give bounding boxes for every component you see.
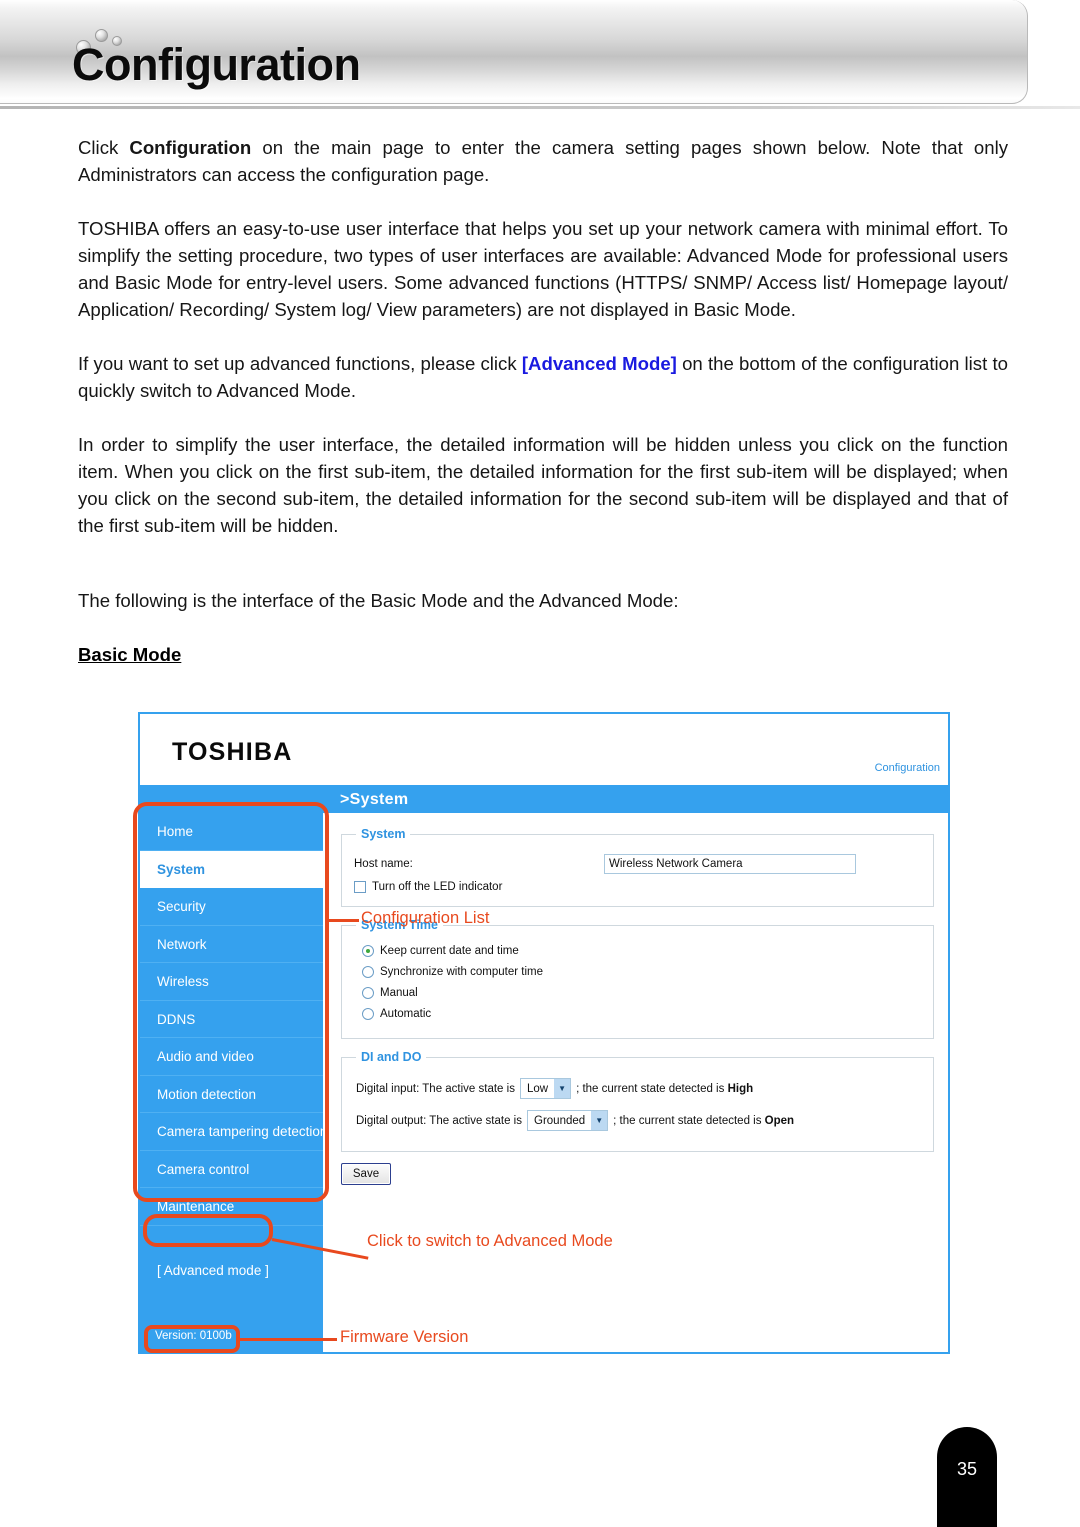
radio-icon-automatic[interactable] xyxy=(362,1008,374,1020)
radio-icon-keep-current[interactable] xyxy=(362,945,374,957)
page-title: Configuration xyxy=(72,39,361,90)
radio-label-manual: Manual xyxy=(380,987,418,999)
system-fieldset-legend: System xyxy=(361,827,406,841)
paragraph-interfaces: TOSHIBA offers an easy-to-use user inter… xyxy=(78,215,1008,323)
chevron-down-icon[interactable]: ▼ xyxy=(591,1111,608,1130)
annotation-text-advanced-mode: Click to switch to Advanced Mode xyxy=(367,1232,613,1250)
sidebar-item-motion-detection[interactable]: Motion detection xyxy=(140,1076,323,1113)
para1-seg0: Click xyxy=(78,137,130,158)
page-header-banner: Configuration xyxy=(0,0,1028,104)
digital-input-select[interactable]: Low ▼ xyxy=(519,1078,572,1099)
document-body: Click Configuration on the main page to … xyxy=(78,134,1008,666)
sidebar-item-home[interactable]: Home xyxy=(140,813,323,851)
digital-output-select[interactable]: Grounded ▼ xyxy=(527,1110,609,1131)
paragraph-following: The following is the interface of the Ba… xyxy=(78,587,1008,614)
page-number-tab: 35 xyxy=(937,1427,997,1527)
para2-seg0: TOSHIBA offers an easy-to-use user inter… xyxy=(78,218,1008,320)
save-button[interactable]: Save xyxy=(341,1163,391,1185)
sidebar-item-network[interactable]: Network xyxy=(140,926,323,963)
ui-top-bar: TOSHIBA Configuration xyxy=(140,714,948,786)
para4-seg0: In order to simplify the user interface,… xyxy=(78,434,1008,536)
digital-output-suffix: ; the current state detected is xyxy=(613,1114,762,1127)
sidebar-item-maintenance[interactable]: Maintenance xyxy=(140,1188,323,1226)
settings-main-panel: System Host name: Turn off the LED indic… xyxy=(323,813,948,1352)
digital-input-select-value: Low xyxy=(526,1082,549,1095)
breadcrumb: >System xyxy=(340,791,409,808)
annotation-text-configuration-list: Configuration List xyxy=(361,909,490,927)
digital-input-row: Digital input: The active state is Low ▼… xyxy=(356,1078,923,1099)
digital-output-state: Open xyxy=(764,1114,795,1127)
advanced-mode-inline-link[interactable]: [Advanced Mode] xyxy=(522,353,677,374)
page-number: 35 xyxy=(956,1459,978,1479)
host-name-label: Host name: xyxy=(354,858,413,870)
sidebar-item-system[interactable]: System xyxy=(140,850,323,888)
sidebar-item-camera-tampering-detection[interactable]: Camera tampering detection xyxy=(140,1113,323,1151)
paragraph-simplify: In order to simplify the user interface,… xyxy=(78,431,1008,539)
sidebar-item-wireless[interactable]: Wireless xyxy=(140,963,323,1001)
para3-seg0: If you want to set up advanced functions… xyxy=(78,353,522,374)
chevron-down-icon[interactable]: ▼ xyxy=(554,1079,571,1098)
radio-keep-current-date-and-time[interactable]: Keep current date and time xyxy=(362,945,923,957)
annotation-leader-configuration-list xyxy=(327,919,359,922)
embedded-camera-ui-screenshot: TOSHIBA Configuration >System Home Syste… xyxy=(138,712,950,1354)
header-divider xyxy=(0,106,1080,109)
sidebar-item-audio-and-video[interactable]: Audio and video xyxy=(140,1038,323,1076)
advanced-mode-button[interactable]: [ Advanced mode ] xyxy=(157,1263,269,1278)
radio-automatic[interactable]: Automatic xyxy=(362,1008,923,1020)
radio-label-synchronize: Synchronize with computer time xyxy=(380,966,543,978)
di-and-do-fieldset: DI and DO Digital input: The active stat… xyxy=(341,1050,934,1152)
led-indicator-checkbox[interactable] xyxy=(354,881,366,893)
system-time-fieldset: System Time Keep current date and time S… xyxy=(341,918,934,1039)
annotation-text-firmware-version: Firmware Version xyxy=(340,1328,469,1346)
para1-seg1-bold: Configuration xyxy=(129,137,252,158)
breadcrumb-bar: >System xyxy=(140,786,948,813)
digital-output-prefix: Digital output: The active state is xyxy=(356,1114,522,1127)
radio-icon-manual[interactable] xyxy=(362,987,374,999)
digital-input-suffix: ; the current state detected is xyxy=(576,1082,725,1095)
radio-icon-synchronize[interactable] xyxy=(362,966,374,978)
sidebar-item-security[interactable]: Security xyxy=(140,888,323,926)
host-name-input[interactable] xyxy=(604,854,856,874)
led-indicator-label: Turn off the LED indicator xyxy=(372,881,503,893)
digital-input-state: High xyxy=(727,1082,754,1095)
digital-output-select-value: Grounded xyxy=(534,1114,586,1127)
digital-output-row: Digital output: The active state is Grou… xyxy=(356,1110,923,1131)
annotation-leader-firmware-version xyxy=(239,1338,337,1341)
radio-label-automatic: Automatic xyxy=(380,1008,432,1020)
configuration-sidebar: Home System Security Network Wireless DD… xyxy=(140,813,323,1352)
firmware-version-label: Version: 0100b xyxy=(155,1330,232,1342)
host-name-row: Host name: xyxy=(354,854,923,874)
radio-label-keep-current: Keep current date and time xyxy=(380,945,519,957)
toshiba-logo: TOSHIBA xyxy=(172,738,293,766)
paragraph-advanced-mode: If you want to set up advanced functions… xyxy=(78,350,1008,404)
di-and-do-fieldset-legend: DI and DO xyxy=(361,1050,422,1064)
paragraph-intro: Click Configuration on the main page to … xyxy=(78,134,1008,188)
led-indicator-row[interactable]: Turn off the LED indicator xyxy=(354,881,923,893)
para5-seg0: The following is the interface of the Ba… xyxy=(78,590,679,611)
sidebar-item-ddns[interactable]: DDNS xyxy=(140,1001,323,1038)
system-fieldset: System Host name: Turn off the LED indic… xyxy=(341,827,934,907)
subheading-basic-mode: Basic Mode xyxy=(78,644,182,665)
digital-input-prefix: Digital input: The active state is xyxy=(356,1082,515,1095)
configuration-link[interactable]: Configuration xyxy=(875,762,940,774)
radio-manual[interactable]: Manual xyxy=(362,987,923,999)
radio-synchronize-with-computer-time[interactable]: Synchronize with computer time xyxy=(362,966,923,978)
sidebar-item-camera-control[interactable]: Camera control xyxy=(140,1151,323,1188)
